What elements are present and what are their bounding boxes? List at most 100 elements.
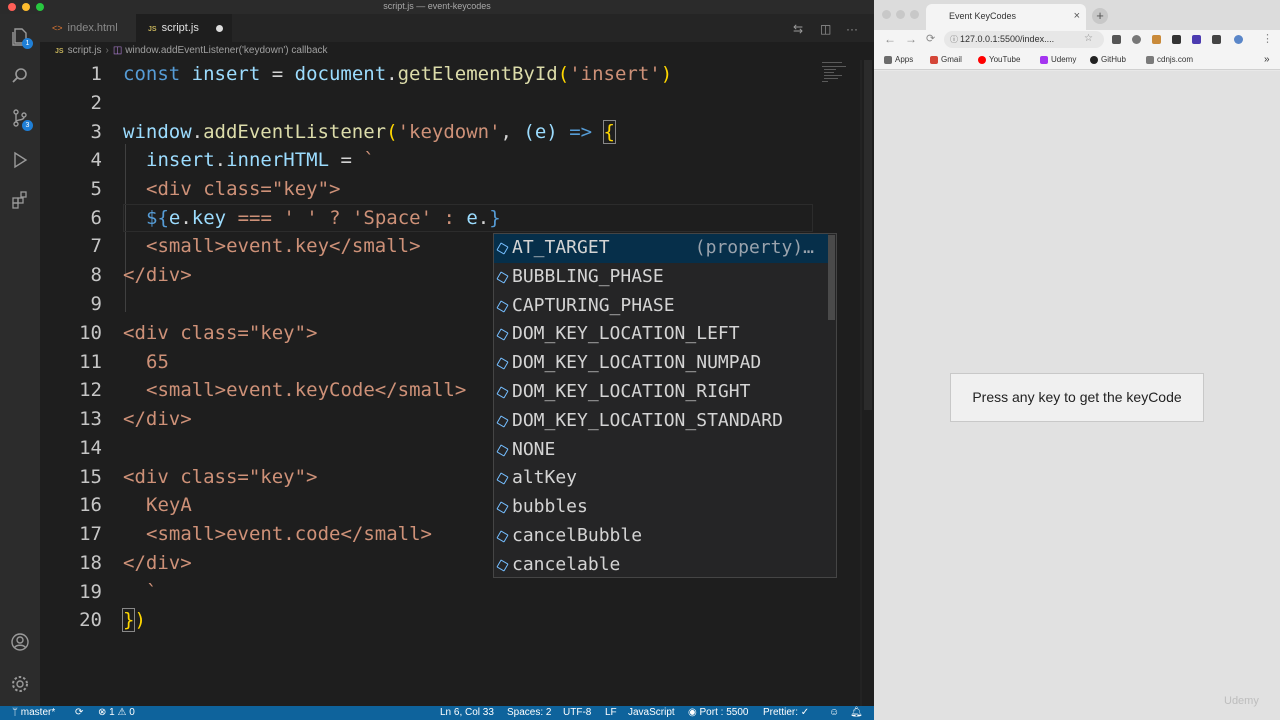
minimap-line [822,81,828,82]
property-icon [496,415,509,428]
suggestion-item[interactable]: bubbles [494,493,828,522]
code-line-6: ${e.key === ' ' ? 'Space' : e.} [146,207,501,229]
profile-avatar[interactable] [1234,35,1243,44]
branch-status[interactable]: ᛘ master* [12,706,55,720]
suggestion-item[interactable]: DOM_KEY_LOCATION_NUMPAD [494,349,828,378]
property-icon [496,559,509,572]
bell-icon[interactable]: 🔔︎ [850,706,863,720]
minimap-line [822,62,842,63]
language-mode[interactable]: JavaScript [628,706,675,720]
property-icon [496,271,509,284]
line-number: 5 [90,178,102,200]
line-number: 19 [79,581,102,603]
minimap-line [824,72,834,73]
editor-scrollbar[interactable] [862,60,874,706]
prettier-status[interactable]: Prettier: ✓ [763,706,809,720]
search-icon[interactable] [10,66,30,86]
extension-icon[interactable] [1132,35,1141,44]
tab-index-html[interactable]: <> index.html [40,14,136,42]
tab-script-js[interactable]: JS script.js [136,14,232,42]
info-icon[interactable]: ⓘ [950,31,958,48]
suggestion-item[interactable]: cancelable [494,551,828,580]
line-number: 12 [79,379,102,401]
scrollbar-thumb[interactable] [864,60,872,410]
bookmark-github[interactable]: GitHub [1090,50,1126,70]
minimap[interactable] [820,60,860,120]
suggestion-item[interactable]: DOM_KEY_LOCATION_RIGHT [494,378,828,407]
address-bar[interactable]: ⓘ 127.0.0.1:5500/index.... [944,31,1104,48]
suggest-scrollbar[interactable] [828,235,835,320]
bookmark-label: GitHub [1101,55,1126,64]
line-number: 3 [90,121,102,143]
split-editor-icon[interactable]: ◫ [820,22,831,36]
bookmark-apps[interactable]: Apps [884,50,913,70]
tab-title: Event KeyCodes [949,11,1017,21]
bookmarks-bar: Apps Gmail YouTube Udemy GitHub cdnjs.co… [874,50,1280,70]
property-icon [496,443,509,457]
suggestion-item[interactable]: CAPTURING_PHASE [494,292,828,321]
line-number-gutter: 1 2 3 4 5 6 7 8 9 10 11 12 13 14 15 16 17 18 19 20 [40,60,110,706]
back-arrow-icon[interactable]: ← [884,32,896,46]
browser-tab[interactable]: Event KeyCodes × [926,4,1086,30]
puzzle-icon[interactable] [1212,35,1221,44]
breadcrumb-symbol[interactable]: window.addEventListener('keydown') callb… [125,45,327,56]
bookmark-star-icon[interactable]: ☆ [1084,33,1093,44]
extension-icon[interactable] [1152,35,1161,44]
suggestion-label: cancelBubble [512,525,643,546]
property-icon [496,530,509,543]
more-menu-icon[interactable]: ⋮ [1262,32,1273,45]
account-icon[interactable] [10,632,30,652]
live-server-port[interactable]: ◉ Port : 5500 [688,706,748,720]
files-icon[interactable]: 1 [10,26,33,49]
minimap-line [824,78,838,79]
suggestion-item[interactable]: AT_TARGET (property)… [494,234,828,263]
reload-icon[interactable]: ⟳ [926,32,935,45]
bookmark-youtube[interactable]: YouTube [978,50,1020,70]
bookmark-label: Udemy [1051,55,1077,64]
close-tab-icon[interactable]: × [1074,4,1080,28]
indentation-status[interactable]: Spaces: 2 [507,706,551,720]
suggestion-item[interactable]: DOM_KEY_LOCATION_LEFT [494,320,828,349]
minimize-window-button[interactable] [896,10,905,19]
forward-arrow-icon[interactable]: → [905,32,917,46]
code-line-15: <div class="key"> [123,466,318,488]
new-tab-button[interactable]: + [1092,8,1108,24]
suggestion-item[interactable]: BUBBLING_PHASE [494,263,828,292]
suggestion-item[interactable]: NONE [494,436,828,465]
bookmark-udemy[interactable]: Udemy [1040,50,1076,70]
eol-status[interactable]: LF [605,706,617,720]
settings-gear-icon[interactable] [10,674,30,694]
suggestion-detail: (property)… [694,237,814,258]
code-line-10: <div class="key"> [123,322,318,344]
autocomplete-suggestions[interactable]: AT_TARGET (property)… BUBBLING_PHASE CAPTUR… [493,233,837,578]
suggestion-label: BUBBLING_PHASE [512,265,664,287]
line-number: 17 [79,523,102,545]
suggestion-item[interactable]: cancelBubble [494,522,828,551]
cursor-position[interactable]: Ln 6, Col 33 [440,706,494,720]
scm-badge: 3 [22,120,33,131]
bookmark-gmail[interactable]: Gmail [930,50,962,70]
encoding-status[interactable]: UTF-8 [563,706,591,720]
extension-icon[interactable] [1112,35,1121,44]
more-actions-icon[interactable]: ··· [846,22,858,36]
sync-icon[interactable]: ⟳ [75,706,83,720]
suggestion-item[interactable]: DOM_KEY_LOCATION_STANDARD [494,407,828,436]
extension-icon[interactable] [1172,35,1181,44]
feedback-icon[interactable]: ☺ [829,706,839,720]
close-window-button[interactable] [882,10,891,19]
run-debug-icon[interactable] [10,150,30,170]
source-control-icon[interactable]: 3 [10,108,33,131]
apps-grid-icon [884,55,892,64]
problems-status[interactable]: ⊗ 1 ⚠ 0 [98,706,135,720]
line-number: 18 [79,552,102,574]
extensions-icon[interactable] [10,190,30,210]
property-icon [496,386,509,399]
open-changes-icon[interactable]: ⇆ [793,22,803,36]
suggestion-item[interactable]: altKey [494,464,828,493]
breadcrumb-file[interactable]: script.js [68,45,102,56]
unsaved-dot-icon[interactable] [216,25,223,32]
overflow-chevron-icon[interactable]: » [1264,50,1270,70]
extension-icon[interactable] [1192,35,1201,44]
maximize-window-button[interactable] [910,10,919,19]
bookmark-cdnjs[interactable]: cdnjs.com [1146,50,1193,70]
